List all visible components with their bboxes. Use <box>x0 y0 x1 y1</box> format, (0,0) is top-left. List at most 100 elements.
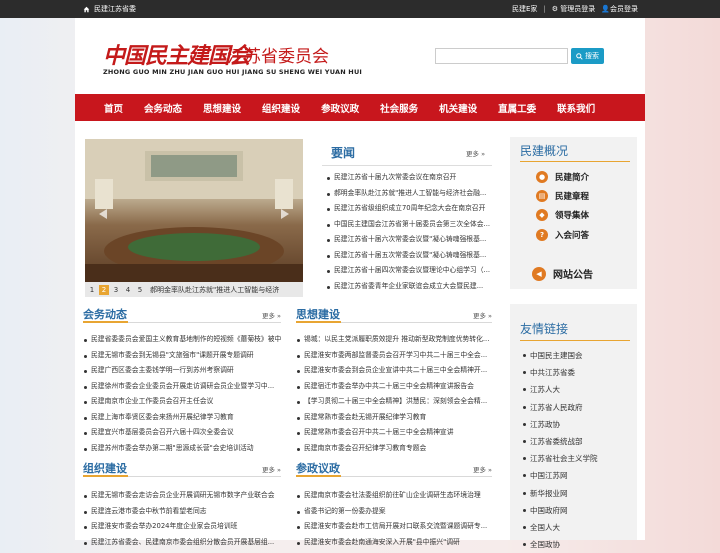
section-title: 会务动态 <box>83 308 127 321</box>
list-item[interactable]: 民建江苏省十届四次常委会议暨理论中心组学习（... <box>326 263 492 279</box>
list-item[interactable]: 民建淮安市委会举办2024年度企业家会员培训班 <box>83 519 281 535</box>
overview-title: 民建概况 <box>520 144 569 158</box>
section-title: 组织建设 <box>83 462 127 475</box>
list-item[interactable]: 民建苏州市委会举办第二期"思源成长营"会史培训活动 <box>83 441 281 457</box>
search-button[interactable]: 搜索 <box>571 48 604 64</box>
list-item[interactable]: 民建常熟市委会召开中共二十届三中全会精神宣讲 <box>296 425 492 441</box>
list-item[interactable]: 民建江苏省委青年企业家联谊会成立大会暨民建... <box>326 279 492 295</box>
list-item[interactable]: 民建常熟市委会赴无锡开展纪律学习教育 <box>296 410 492 426</box>
friend-link[interactable]: 中国民主建国会 <box>522 347 632 364</box>
announcement-box[interactable]: ◀ 网站公告 <box>510 258 637 289</box>
list-item[interactable]: 民建南京市委会召开纪律学习教育专题会 <box>296 441 492 457</box>
slider-page-3[interactable]: 3 <box>111 285 121 295</box>
list-item[interactable]: 民建淮安市委会赴南通海安深入开展"县中振兴"调研 <box>296 535 492 551</box>
friend-link[interactable]: 江苏省人民政府 <box>522 399 632 416</box>
friend-link[interactable]: 全国政协 <box>522 536 632 553</box>
overview-item-charter[interactable]: ▤ 民建章程 <box>536 190 589 202</box>
friend-link[interactable]: 新华报业网 <box>522 485 632 502</box>
document-icon: ▤ <box>536 190 548 202</box>
list-item[interactable]: 郝明金率队赴江苏就"推进人工智能与经济社会融... <box>326 186 492 202</box>
overview-box: 民建概况 ● 民建简介 ▤ 民建章程 ◆ 领导集体 ? 入会问答 <box>510 137 637 271</box>
list-item[interactable]: 民建淮安市委会到会员企业宣讲中共二十届三中全会精神开... <box>296 363 492 379</box>
list-item[interactable]: 【学习贯彻二十届三中全会精神】洪慧民：深刻领会全会精... <box>296 394 492 410</box>
section-more-link[interactable]: 更多 » <box>262 310 281 320</box>
slider-page-1[interactable]: 1 <box>87 285 97 295</box>
nav-contact[interactable]: 联系我们 <box>557 101 595 115</box>
list-item[interactable]: 民建宿迁市委会举办中共二十届三中全会精神宣讲报告会 <box>296 379 492 395</box>
user-icon: 👤 <box>601 5 610 13</box>
slide-image[interactable] <box>85 139 303 282</box>
overview-item-faq[interactable]: ? 入会问答 <box>536 229 589 241</box>
friend-link[interactable]: 中共江苏省委 <box>522 364 632 381</box>
list-item[interactable]: 锡城：以民主党派履职质效提升 推动新型政党制度优势转化... <box>296 332 492 348</box>
search-button-label: 搜索 <box>585 52 599 60</box>
list-item[interactable]: 省委书记的第一份委办提案 <box>296 504 492 520</box>
news-more-link[interactable]: 更多 » <box>466 148 485 158</box>
overview-item-leaders[interactable]: ◆ 领导集体 <box>536 209 589 221</box>
friend-link[interactable]: 中国江苏网 <box>522 467 632 484</box>
news-divider <box>322 165 492 166</box>
section-more-link[interactable]: 更多 » <box>262 464 281 474</box>
friend-link[interactable]: 全国人大 <box>522 519 632 536</box>
friend-link[interactable]: 江苏人大 <box>522 381 632 398</box>
news-list: 民建江苏省十届九次常委会议在南京召开 郝明金率队赴江苏就"推进人工智能与经济社会… <box>326 170 492 294</box>
slider-page-5[interactable]: 5 <box>135 285 145 295</box>
list-item[interactable]: 民建省委委员会爱国主义教育基地制作的短视频《蘑菊枝》被中... <box>83 332 281 348</box>
nav-direct-committee[interactable]: 直属工委 <box>498 101 536 115</box>
list-item[interactable]: 民建淮安市委会赴市工信局开展对口联系交流暨课题调研专... <box>296 519 492 535</box>
friend-link[interactable]: 江苏省委统战部 <box>522 433 632 450</box>
nav-political[interactable]: 参政议政 <box>321 101 359 115</box>
section-more-link[interactable]: 更多 » <box>473 464 492 474</box>
megaphone-icon: ◀ <box>532 266 546 281</box>
list-item[interactable]: 民建江苏省十届九次常委会议在南京召开 <box>326 170 492 186</box>
list-item[interactable]: 民建连云港市委会中秋节前看望老同志 <box>83 504 281 520</box>
list-item[interactable]: 民建江苏省十届五次常委会议暨"凝心铸魂强根基... <box>326 248 492 264</box>
overview-item-label: 民建章程 <box>555 192 590 202</box>
top-links: 民建E家 | ⚙ 管理员登录 👤会员登录 <box>512 4 638 14</box>
slider-caption[interactable]: 郝明金率队赴江苏就"推进人工智能与经济 <box>150 285 290 295</box>
search-input[interactable] <box>435 48 568 64</box>
nav-ideology[interactable]: 思想建设 <box>203 101 241 115</box>
person-icon: ● <box>536 171 548 183</box>
list-item[interactable]: 中国民主建国会江苏省第十届委员会第三次全体会... <box>326 217 492 233</box>
list-item[interactable]: 民建南京市委会社法委组织前往矿山企业调研生态环境治理 <box>296 488 492 504</box>
list-item[interactable]: 民建江苏省级组织成立70周年纪念大会在南京召开 <box>326 201 492 217</box>
slider-page-4[interactable]: 4 <box>123 285 133 295</box>
nav-agency[interactable]: 机关建设 <box>439 101 477 115</box>
overview-item-label: 入会问答 <box>555 231 590 241</box>
home-link[interactable]: 民建E家 <box>512 4 537 14</box>
admin-login-label: 管理员登录 <box>560 5 596 13</box>
section-more-link[interactable]: 更多 » <box>473 310 492 320</box>
admin-login-link[interactable]: ⚙ 管理员登录 <box>552 4 596 14</box>
slider-page-2[interactable]: 2 <box>99 284 109 295</box>
list-item[interactable]: 民建广西区委会主委钱学明一行到苏州考察调研 <box>83 363 281 379</box>
friend-link[interactable]: 江苏省社会主义学院 <box>522 450 632 467</box>
list-item[interactable]: 民建南京市企业工作委员会召开主任会议 <box>83 394 281 410</box>
list-item[interactable]: 民建江苏省十届六次常委会议暨"凝心铸魂强根基... <box>326 232 492 248</box>
logo-subtitle[interactable]: 江苏省委员会 <box>227 42 329 67</box>
section-title: 参政议政 <box>296 462 340 475</box>
nav-social-service[interactable]: 社会服务 <box>380 101 418 115</box>
nav-meeting-news[interactable]: 会务动态 <box>144 101 182 115</box>
list-item[interactable]: 民建无锡市委会到无锡县"文旅强市"课题开展专题调研 <box>83 348 281 364</box>
site-name[interactable]: 民建江苏省委 <box>94 4 136 14</box>
overview-item-intro[interactable]: ● 民建简介 <box>536 171 589 183</box>
section-title: 思想建设 <box>296 308 340 321</box>
section-list-political: 民建南京市委会社法委组织前往矿山企业调研生态环境治理 省委书记的第一份委办提案 … <box>296 488 492 550</box>
list-item[interactable]: 民建无锡市委会走访会员企业开展调研无锡市数字产业联合会 <box>83 488 281 504</box>
announcement[interactable]: ◀ 网站公告 <box>532 266 593 281</box>
list-item[interactable]: 民建上海市奉贤区委会来扬州开展纪律学习教育 <box>83 410 281 426</box>
list-item[interactable]: 民建徐州市委会企业委员会开展走访调研会员企业暨学习中... <box>83 379 281 395</box>
friend-link[interactable]: 中国政府网 <box>522 502 632 519</box>
nav-home[interactable]: 首页 <box>104 101 123 115</box>
list-item[interactable]: 民建江苏省委会、民建南京市委会组织分散会员开展基层组... <box>83 535 281 551</box>
nav-organization[interactable]: 组织建设 <box>262 101 300 115</box>
list-item[interactable]: 民建淮安市委两部监督委员会召开学习中共二十届三中全会... <box>296 348 492 364</box>
news-slider[interactable]: 1 2 3 4 5 郝明金率队赴江苏就"推进人工智能与经济 <box>85 139 303 297</box>
main-nav: 首页 会务动态 思想建设 组织建设 参政议政 社会服务 机关建设 直属工委 联系… <box>75 94 645 121</box>
member-login-link[interactable]: 👤会员登录 <box>601 4 638 14</box>
list-item[interactable]: 民建宜兴市基层委员会召开六届十四次全委会议 <box>83 425 281 441</box>
friend-link[interactable]: 江苏政协 <box>522 416 632 433</box>
section-header-meeting: 会务动态 更多 » <box>83 306 281 323</box>
divider: | <box>543 5 546 13</box>
